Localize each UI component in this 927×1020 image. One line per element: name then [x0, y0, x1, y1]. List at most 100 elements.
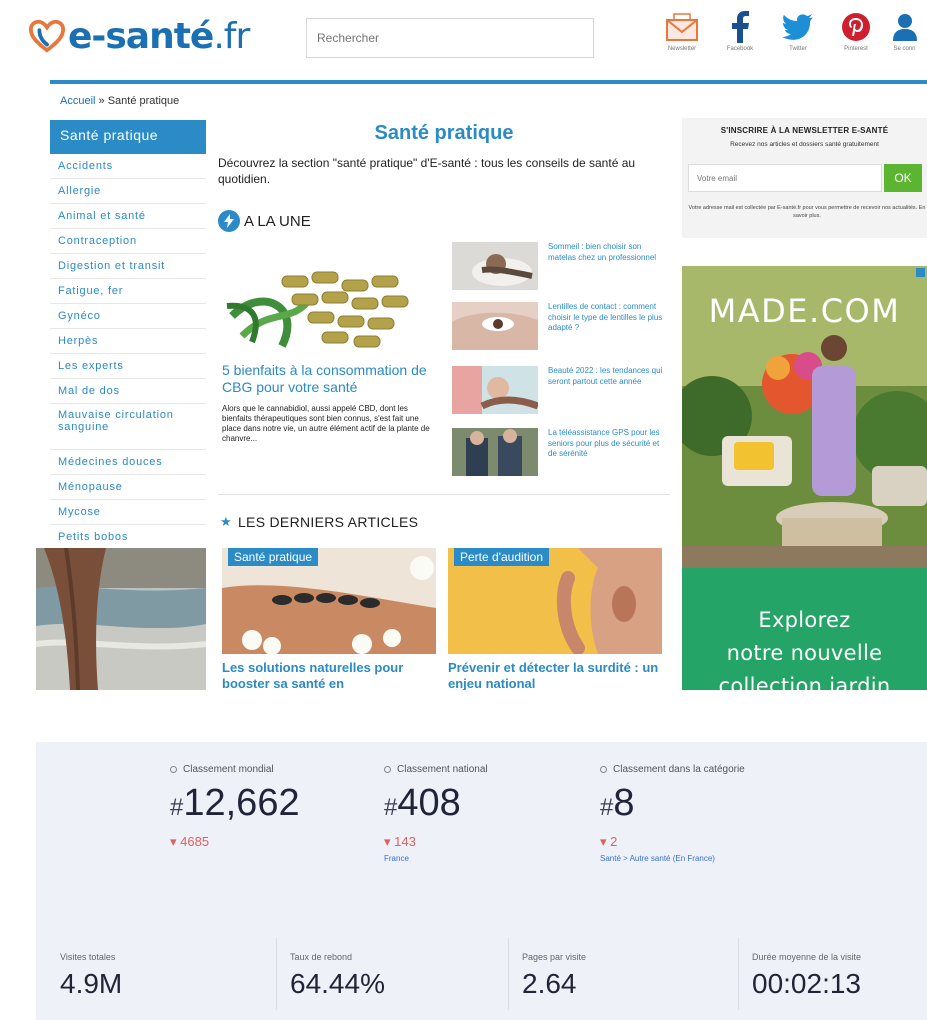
- derniers-heading: ★ LES DERNIERS ARTICLES: [220, 514, 418, 530]
- metric-total-visits: Visites totales 4.9M: [60, 938, 122, 1010]
- sidebar-item-herpes[interactable]: Herpès: [50, 329, 206, 354]
- side-article-2-title[interactable]: Lentilles de contact : comment choisir l…: [548, 302, 664, 334]
- breadcrumb: Accueil » Santé pratique: [60, 95, 179, 107]
- metric-bounce-rate: Taux de rebond 64.44%: [290, 938, 385, 1010]
- newsletter-email-input[interactable]: [688, 164, 882, 192]
- lightning-icon: [218, 210, 240, 232]
- sidebar-item-accidents[interactable]: Accidents: [50, 154, 206, 179]
- newsletter-subtitle: Recevez nos articles et dossiers santé g…: [730, 141, 879, 148]
- beach-image: [36, 548, 206, 690]
- sidebar-item-menopause[interactable]: Ménopause: [50, 475, 206, 500]
- featured-article-image[interactable]: [222, 246, 422, 356]
- metric-bounce-rate-label: Taux de rebond: [290, 952, 353, 962]
- adchoices-icon[interactable]: [916, 268, 925, 277]
- advert-tagline: Explorez notre nouvelle collection jardi…: [682, 604, 927, 690]
- advert-brand: MADE.COM: [708, 292, 901, 330]
- national-rank-country[interactable]: France: [384, 854, 409, 864]
- main-content: Santé pratique Découvrez la section "san…: [218, 118, 670, 690]
- heart-logo-icon: [28, 19, 66, 53]
- sidebar-item-gyneco[interactable]: Gynéco: [50, 304, 206, 329]
- twitter-label: Twitter: [789, 46, 807, 52]
- article-card-1[interactable]: Santé pratique Les solutions naturelles …: [222, 548, 436, 690]
- newsletter-link[interactable]: Newsletter: [654, 10, 710, 52]
- breadcrumb-current: Santé pratique: [107, 95, 180, 107]
- twitter-icon: [782, 14, 813, 40]
- pinterest-label: Pinterest: [844, 46, 868, 52]
- facebook-link[interactable]: Facebook: [712, 10, 768, 52]
- category-rank-label: Classement dans la catégorie: [600, 764, 745, 775]
- made-com-advert[interactable]: MADE.COM Explorez notre nouvelle collect…: [682, 266, 927, 690]
- advert-tagline-line-2: notre nouvelle: [726, 641, 883, 665]
- global-rank-hash: #: [170, 794, 184, 821]
- metric-pages-per-visit-label: Pages par visite: [522, 952, 587, 962]
- global-rank-label: Classement mondial: [170, 764, 274, 775]
- newsletter-ok-button[interactable]: OK: [884, 164, 922, 192]
- pinterest-icon: [842, 13, 870, 41]
- newsletter-box: S'INSCRIRE À LA NEWSLETTER E-SANTÉ Recev…: [682, 118, 927, 238]
- side-article-4[interactable]: La téléassistance GPS pour les seniors p…: [452, 428, 668, 486]
- page-title: Santé pratique: [374, 122, 514, 144]
- sidebar-item-digestion[interactable]: Digestion et transit: [50, 254, 206, 279]
- newsletter-label: Newsletter: [667, 46, 697, 52]
- sidebar-item-petits-bobos[interactable]: Petits bobos: [50, 525, 206, 550]
- sidebar-menu: Santé pratique Accidents Allergie Animal…: [50, 120, 206, 550]
- national-rank-change: ▾ 143: [384, 834, 416, 849]
- star-icon: ★: [220, 514, 232, 529]
- site-logo[interactable]: e-santé .fr: [28, 14, 250, 58]
- metric-pages-per-visit: Pages par visite 2.64: [522, 938, 586, 1010]
- side-article-1[interactable]: Sommeil : bien choisir son matelas chez …: [452, 242, 668, 300]
- sidebar-item-animal-et-sante[interactable]: Animal et santé: [50, 204, 206, 229]
- sidebar-item-allergie[interactable]: Allergie: [50, 179, 206, 204]
- globe-icon: [170, 766, 177, 773]
- global-rank-value: #12,662: [170, 782, 300, 825]
- twitter-link[interactable]: Twitter: [770, 10, 826, 52]
- side-article-4-title[interactable]: La téléassistance GPS pour les seniors p…: [548, 428, 664, 460]
- featured-article-title[interactable]: 5 bienfaits à la consommation de CBG pou…: [222, 362, 438, 396]
- sidebar-heading[interactable]: Santé pratique: [50, 120, 206, 154]
- category-rank-change: ▾ 2: [600, 834, 618, 849]
- sidebar-item-circulation[interactable]: Mauvaise circulation sanguine: [50, 404, 206, 450]
- logo-text: e-santé: [68, 15, 214, 57]
- metric-bounce-rate-value: 64.44%: [290, 968, 385, 999]
- sidebar-item-mal-de-dos[interactable]: Mal de dos: [50, 379, 206, 404]
- sidebar-item-contraception[interactable]: Contraception: [50, 229, 206, 254]
- login-link[interactable]: Se conn: [882, 10, 927, 52]
- side-article-1-title[interactable]: Sommeil : bien choisir son matelas chez …: [548, 242, 664, 263]
- logo-tld: .fr: [213, 15, 250, 57]
- search-input[interactable]: [306, 18, 594, 58]
- side-article-2[interactable]: Lentilles de contact : comment choisir l…: [452, 302, 668, 360]
- metric-avg-visit-duration: Durée moyenne de la visite 00:02:13: [752, 938, 861, 1010]
- global-rank-label-text: Classement mondial: [183, 764, 274, 775]
- article-card-2[interactable]: Perte d'audition Prévenir et détecter la…: [448, 548, 662, 690]
- global-rank-number: 12,662: [183, 782, 300, 824]
- side-article-2-thumbnail: [452, 302, 538, 350]
- pinterest-link[interactable]: Pinterest: [828, 10, 884, 52]
- side-article-1-thumbnail: [452, 242, 538, 290]
- article-card-1-tag[interactable]: Santé pratique: [228, 548, 319, 566]
- metric-divider-1: [276, 938, 277, 1010]
- traffic-stats-panel: Classement mondial #12,662 ▾ 4685 Classe…: [36, 742, 927, 1020]
- sidebar-item-fatigue[interactable]: Fatigue, fer: [50, 279, 206, 304]
- article-card-2-title[interactable]: Prévenir et détecter la surdité : un enj…: [448, 660, 662, 690]
- user-icon: [892, 14, 917, 41]
- metric-avg-visit-duration-label: Durée moyenne de la visite: [752, 952, 862, 962]
- article-card-2-tag[interactable]: Perte d'audition: [454, 548, 550, 566]
- sidebar-item-medecines-douces[interactable]: Médecines douces: [50, 450, 206, 475]
- category-rank-category[interactable]: Santé > Autre santé (En France): [600, 854, 730, 864]
- flag-icon: [384, 766, 391, 773]
- breadcrumb-home[interactable]: Accueil: [60, 95, 95, 107]
- metric-total-visits-label: Visites totales: [60, 952, 116, 962]
- side-article-4-thumbnail: [452, 428, 538, 476]
- article-card-1-title[interactable]: Les solutions naturelles pour booster sa…: [222, 660, 436, 690]
- category-rank-value: #8: [600, 782, 635, 825]
- sidebar-item-mycose[interactable]: Mycose: [50, 500, 206, 525]
- side-article-3[interactable]: Beauté 2022 : les tendances qui seront p…: [452, 366, 668, 424]
- newsletter-title: S'INSCRIRE À LA NEWSLETTER E-SANTÉ: [720, 126, 889, 135]
- envelope-icon: [666, 13, 698, 41]
- featured-article-excerpt: Alors que le cannabidiol, aussi appelé C…: [222, 404, 430, 443]
- sidebar-item-experts[interactable]: Les experts: [50, 354, 206, 379]
- login-label: Se conn: [893, 46, 916, 52]
- une-heading: A LA UNE: [218, 210, 311, 232]
- site-header: e-santé.fr Newsletter Facebook Twitter P…: [0, 0, 927, 82]
- side-article-3-title[interactable]: Beauté 2022 : les tendances qui seront p…: [548, 366, 664, 387]
